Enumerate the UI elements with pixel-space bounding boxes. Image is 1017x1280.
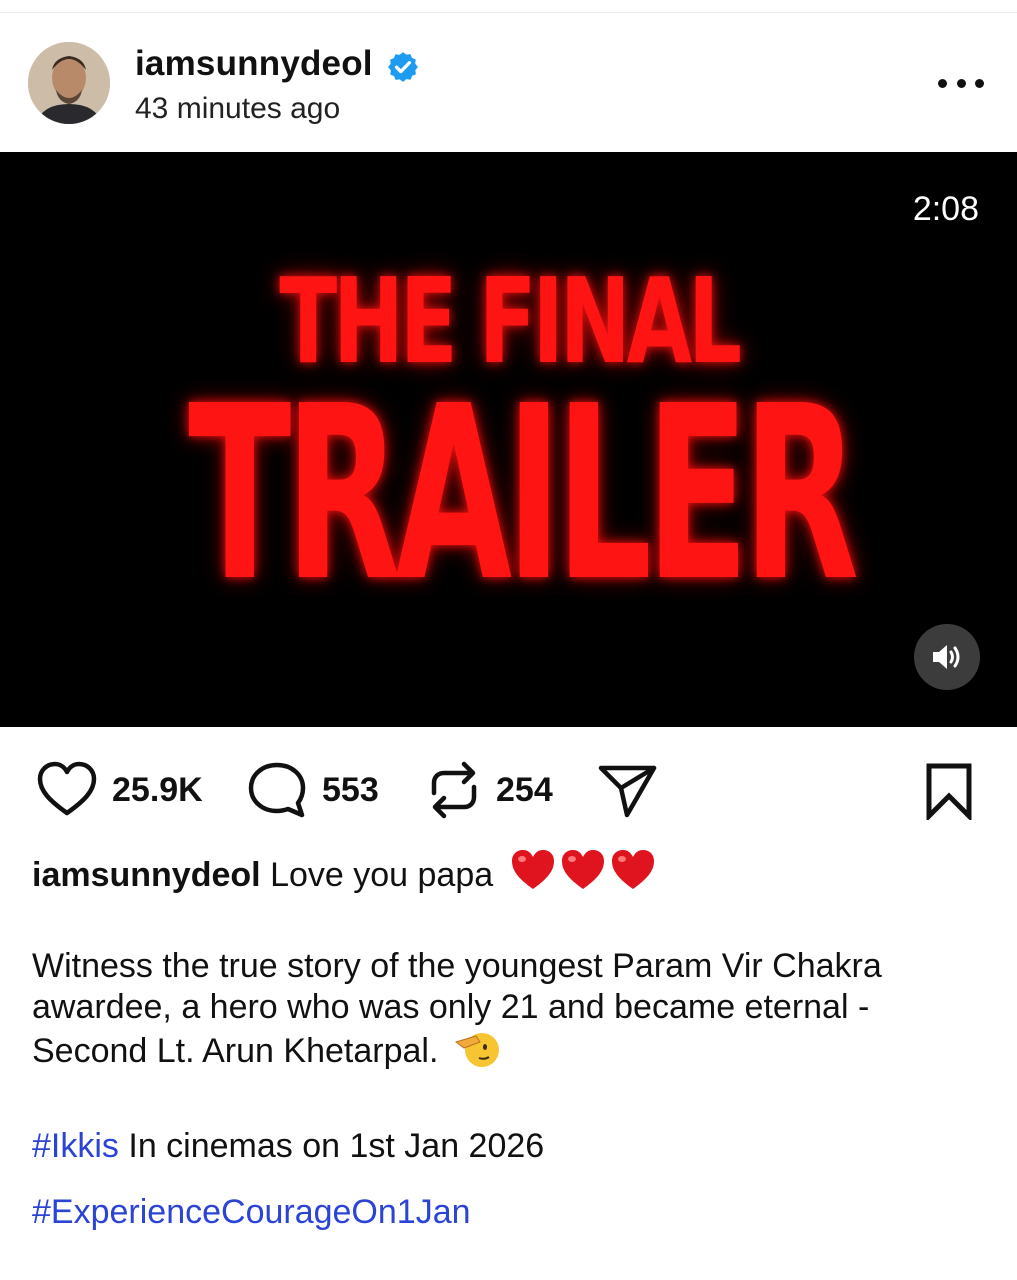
heart-emoji-icon <box>561 850 604 889</box>
hashtag-ikkis[interactable]: #Ikkis <box>32 1127 119 1165</box>
video-duration: 2:08 <box>912 190 979 228</box>
post-username[interactable]: iamsunnydeol <box>135 44 373 84</box>
video-title-line2: TRAILER <box>188 354 859 634</box>
mute-toggle-button[interactable] <box>914 624 980 690</box>
repost-button[interactable]: 254 <box>426 758 553 822</box>
release-text: In cinemas on 1st Jan 2026 <box>128 1127 545 1165</box>
like-count: 25.9K <box>112 770 203 809</box>
mute-icon <box>933 645 960 669</box>
release-line: #Ikkis In cinemas on 1st Jan 2026 <box>32 1126 992 1167</box>
repost-count: 254 <box>496 770 553 809</box>
caption-paragraph: Witness the true story of the youngest P… <box>32 946 992 1072</box>
avatar[interactable] <box>28 42 110 124</box>
repost-icon <box>431 761 477 819</box>
top-divider <box>0 12 1017 13</box>
verified-icon <box>388 52 418 82</box>
heart-emojis <box>509 848 657 892</box>
share-button[interactable] <box>596 758 660 822</box>
comment-button[interactable]: 553 <box>246 758 379 822</box>
post-timestamp: 43 minutes ago <box>135 92 341 125</box>
more-options-button[interactable] <box>938 74 984 92</box>
salute-emoji-icon <box>454 1033 499 1067</box>
comment-count: 553 <box>322 770 379 809</box>
caption-line1: iamsunnydeol Love you papa <box>32 848 992 896</box>
share-icon <box>598 765 657 818</box>
heart-emoji-icon <box>511 850 554 889</box>
post-header: iamsunnydeol 43 minutes ago <box>0 38 1017 130</box>
caption-text: Love you papa <box>270 856 494 894</box>
more-icon <box>938 78 947 88</box>
more-icon-dot <box>956 78 966 88</box>
action-bar: 25.9K 553 254 <box>0 758 1017 822</box>
bookmark-icon[interactable] <box>924 762 974 820</box>
comment-icon <box>248 762 306 818</box>
video-player[interactable]: 2:08 THE FINAL TRAILER <box>0 152 1017 727</box>
hashtag-experience-courage[interactable]: #ExperienceCourageOn1Jan <box>32 1193 471 1231</box>
heart-icon <box>37 761 97 816</box>
caption-username[interactable]: iamsunnydeol <box>32 856 261 894</box>
like-button[interactable]: 25.9K <box>36 758 203 822</box>
more-icon-dot <box>975 78 984 88</box>
heart-emoji-icon <box>611 850 654 889</box>
hashtag-line: #ExperienceCourageOn1Jan <box>32 1192 992 1233</box>
